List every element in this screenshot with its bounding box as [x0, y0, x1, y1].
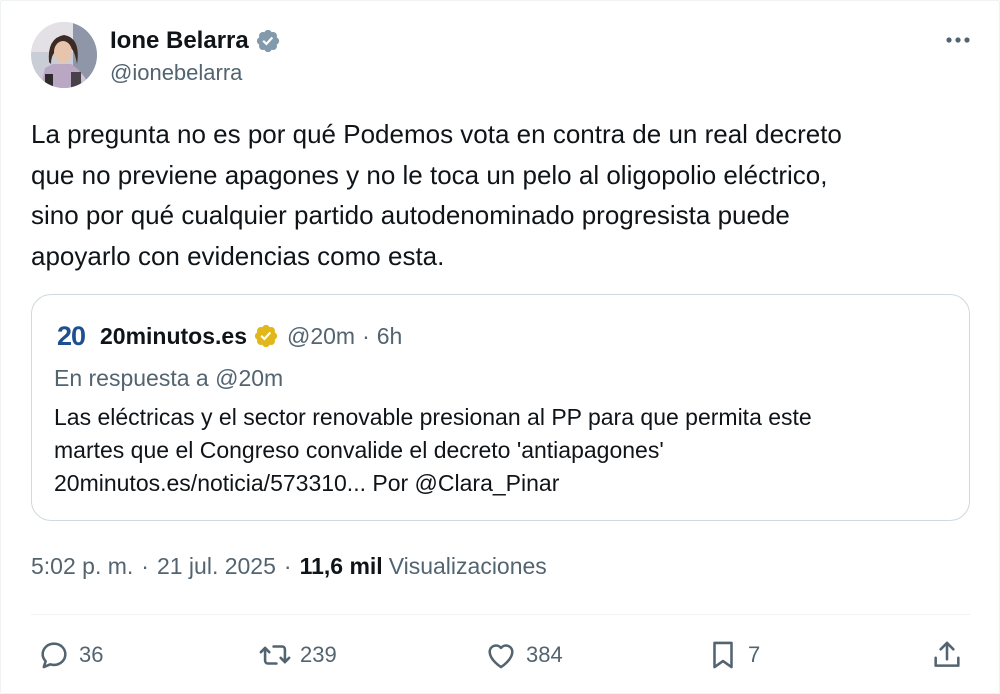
avatar[interactable] — [31, 22, 97, 88]
tweet-meta: 5:02 p. m. · 21 jul. 2025 · 11,6 mil Vis… — [31, 553, 547, 580]
like-count: 384 — [526, 642, 563, 667]
heart-icon — [488, 644, 514, 669]
author-name[interactable]: Ione Belarra — [110, 27, 249, 55]
gold-verified-badge-icon — [254, 324, 278, 348]
bookmark-icon — [713, 641, 733, 669]
bookmark-count: 7 — [748, 642, 761, 667]
quoted-author-name[interactable]: 20minutos.es — [100, 323, 247, 350]
tweet-time[interactable]: 5:02 p. m. — [31, 553, 133, 580]
tweet-line: La pregunta no es por qué Podemos vota e… — [31, 119, 842, 149]
reply-context: En respuesta a @20m — [54, 365, 284, 391]
views-label[interactable]: Visualizaciones — [389, 553, 547, 580]
reply-count: 36 — [79, 642, 104, 667]
quoted-timestamp[interactable]: 6h — [377, 323, 403, 350]
retweet-icon — [259, 645, 291, 665]
reply-icon — [41, 642, 67, 669]
verified-badge-icon — [256, 29, 279, 53]
tweet-line: sino por qué cualquier partido autodenom… — [31, 200, 790, 230]
retweet-button[interactable]: 239 — [258, 638, 337, 672]
tweet-line: apoyarlo con evidencias como esta. — [31, 240, 445, 271]
quoted-line: Las eléctricas y el sector renovable pre… — [54, 404, 812, 430]
quoted-tweet-text: Las eléctricas y el sector renovable pre… — [54, 401, 944, 500]
tweet-line: que no previene apagones y no le toca un… — [31, 159, 828, 190]
share-icon — [934, 641, 960, 667]
separator-dot: · — [283, 553, 292, 579]
tweet-date[interactable]: 21 jul. 2025 — [157, 553, 276, 580]
divider — [31, 614, 970, 615]
retweet-count: 239 — [300, 642, 337, 667]
author-handle[interactable]: @ionebelarra — [110, 60, 242, 86]
views-count[interactable]: 11,6 mil — [300, 553, 383, 580]
quoted-line: 20minutos.es/noticia/573310... Por @Clar… — [54, 470, 560, 496]
quoted-avatar-logo[interactable]: 20 — [54, 319, 88, 353]
share-button[interactable] — [930, 638, 964, 672]
quoted-author-handle[interactable]: @20m — [287, 323, 355, 350]
tweet-text: La pregunta no es por qué Podemos vota e… — [31, 114, 961, 276]
separator-dot: · — [362, 322, 370, 349]
like-button[interactable]: 384 — [484, 638, 563, 672]
more-options-icon[interactable] — [940, 28, 976, 52]
quoted-line: martes que el Congreso convalide el decr… — [54, 437, 664, 463]
bookmark-button[interactable]: 7 — [706, 638, 760, 672]
reply-button[interactable]: 36 — [37, 638, 103, 672]
separator-dot: · — [141, 553, 149, 579]
quoted-tweet[interactable]: 20 20minutos.es @20m · 6h En respuesta a… — [31, 294, 970, 521]
